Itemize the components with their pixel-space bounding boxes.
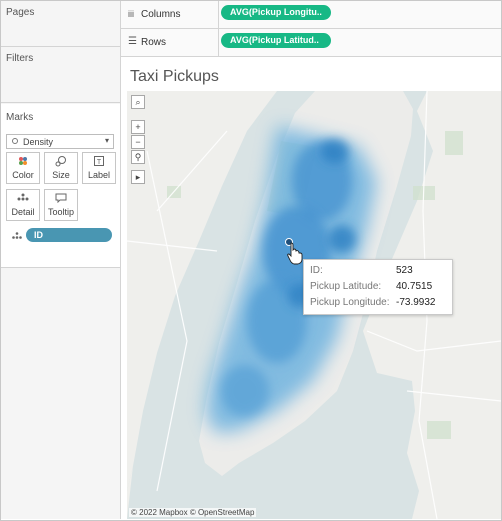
viz-title: Taxi Pickups — [130, 68, 219, 85]
rows-icon: ☰ — [128, 36, 137, 47]
detail-icon — [7, 193, 39, 205]
zoom-out-button[interactable]: − — [131, 135, 145, 149]
size-label: Size — [52, 170, 70, 180]
columns-icon: iii — [128, 9, 134, 19]
map-attribution[interactable]: © 2022 Mapbox © OpenStreetMap — [129, 508, 257, 517]
tooltip-button[interactable]: Tooltip — [44, 189, 78, 221]
marks-title: Marks — [6, 112, 34, 123]
pages-card[interactable]: Pages — [1, 1, 120, 47]
color-button[interactable]: Color — [6, 152, 40, 184]
columns-label: Columns — [141, 9, 181, 20]
tooltip-value: -73.9932 — [396, 297, 436, 308]
chevron-down-icon: ▾ — [104, 136, 109, 145]
rows-pill-label: AVG(Pickup Latitud.. — [230, 35, 319, 45]
pin-map-button[interactable]: ⚲ — [131, 150, 145, 164]
expand-toolbar-button[interactable]: ▸ — [131, 170, 145, 184]
label-button[interactable]: T Label — [82, 152, 116, 184]
label-icon: T — [83, 156, 115, 168]
density-cluster — [221, 365, 269, 417]
tooltip-label: Tooltip — [47, 207, 74, 217]
shelf-divider — [218, 1, 219, 28]
rows-shelf[interactable]: ☰ Rows AVG(Pickup Latitud.. — [121, 29, 501, 57]
tooltip-key: Pickup Latitude: — [310, 281, 382, 292]
tooltip-icon — [45, 193, 77, 205]
park-area — [445, 131, 463, 155]
detail-field-icon — [12, 232, 22, 241]
pin-icon: ⚲ — [134, 152, 142, 162]
search-icon: ⌕ — [135, 97, 141, 107]
expand-icon: ▸ — [135, 172, 141, 182]
filters-card[interactable]: Filters — [1, 47, 120, 103]
tooltip-value: 40.7515 — [396, 281, 433, 292]
mark-type-dropdown[interactable]: Density ▾ — [6, 134, 114, 149]
marks-card: Marks — [1, 104, 120, 268]
left-pane: Pages Filters Marks Density ▾ Color Size… — [1, 1, 121, 519]
map-view[interactable]: ⌕ + − ⚲ ▸ ID: 523 Pickup Latitude: 40.75… — [127, 91, 501, 519]
color-icon — [7, 156, 39, 168]
zoom-out-icon: − — [135, 137, 141, 147]
id-field-pill[interactable]: ID — [26, 228, 112, 242]
tooltip-value: 523 — [396, 265, 413, 276]
tooltip-key: Pickup Longitude: — [310, 297, 390, 308]
mark-type-icon — [12, 138, 18, 144]
search-map-button[interactable]: ⌕ — [131, 95, 145, 109]
detail-button[interactable]: Detail — [6, 189, 40, 221]
zoom-in-icon: + — [135, 122, 141, 132]
mark-type-label: Density — [23, 137, 54, 147]
id-field-label: ID — [34, 230, 43, 240]
svg-text:T: T — [97, 159, 102, 166]
rows-label: Rows — [141, 37, 167, 48]
columns-pill-label: AVG(Pickup Longitu.. — [230, 7, 322, 17]
shelf-divider — [218, 29, 219, 56]
mark-tooltip: ID: 523 Pickup Latitude: 40.7515 Pickup … — [303, 259, 453, 315]
rows-pill[interactable]: AVG(Pickup Latitud.. — [221, 33, 331, 48]
tooltip-key: ID: — [310, 265, 323, 276]
size-icon — [45, 156, 77, 168]
density-hotspot — [321, 139, 349, 163]
filters-title: Filters — [6, 53, 34, 64]
zoom-in-button[interactable]: + — [131, 120, 145, 134]
detail-label: Detail — [11, 207, 35, 217]
pages-title: Pages — [6, 7, 35, 18]
columns-pill[interactable]: AVG(Pickup Longitu.. — [221, 5, 331, 20]
viz-area: Taxi Pickups ⌕ + − ⚲ ▸ ID: 523 Pickup La… — [121, 59, 501, 520]
label-label: Label — [87, 170, 111, 180]
color-label: Color — [12, 170, 34, 180]
park-area — [427, 421, 451, 439]
size-button[interactable]: Size — [44, 152, 78, 184]
density-hotspot — [328, 225, 356, 253]
columns-shelf[interactable]: iii Columns AVG(Pickup Longitu.. — [121, 1, 501, 29]
